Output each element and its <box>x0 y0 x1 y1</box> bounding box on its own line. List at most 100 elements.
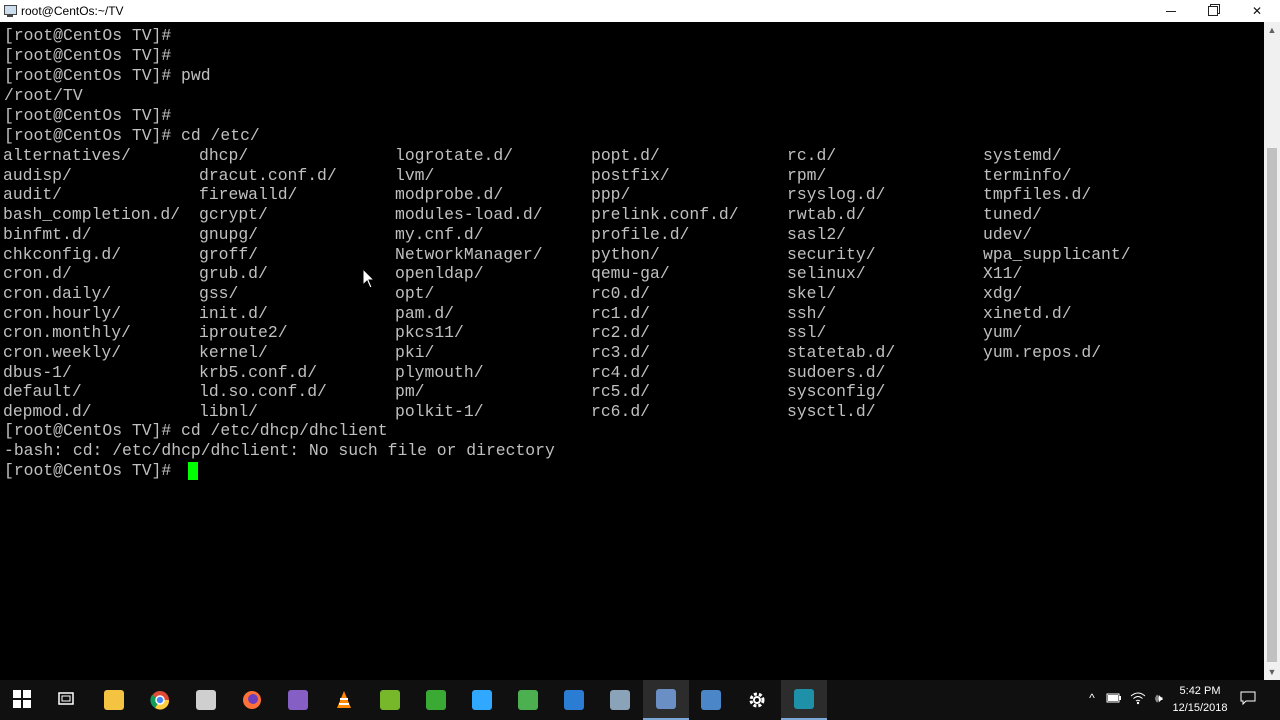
directory-entry: binfmt.d/ <box>3 224 92 244</box>
maximize-button[interactable] <box>1192 0 1234 22</box>
directory-entry: yum.repos.d/ <box>983 343 1102 362</box>
vertical-scrollbar[interactable]: ▲ ▼ <box>1264 22 1280 680</box>
taskbar-button[interactable] <box>459 680 505 720</box>
file-explorer-icon <box>104 690 124 710</box>
taskbar-button[interactable] <box>275 680 321 720</box>
terminal-line: [root@CentOs TV]# cd /etc/ <box>4 126 260 145</box>
taskbar-button[interactable] <box>229 680 275 720</box>
directory-entry: rpm/ <box>787 165 827 185</box>
directory-entry: pki/ <box>395 343 435 362</box>
directory-entry: krb5.conf.d/ <box>199 362 318 382</box>
directory-entry: grub.d/ <box>199 264 268 284</box>
directory-entry: iproute2/ <box>199 323 288 343</box>
taskbar-button[interactable] <box>597 680 643 720</box>
wifi-icon[interactable] <box>1130 690 1146 706</box>
directory-entry: modules-load.d/ <box>395 205 543 225</box>
terminal-line: /root/TV <box>4 86 83 105</box>
notification-icon[interactable] <box>1240 690 1256 706</box>
directory-entry: ppp/ <box>591 185 631 205</box>
directory-entry: pam.d/ <box>395 303 455 323</box>
remote-desktop-icon <box>564 690 584 710</box>
clock-date[interactable]: 12/15/2018 <box>1170 702 1230 714</box>
virtualbox-icon <box>701 690 721 710</box>
directory-entry: terminfo/ <box>983 165 1072 185</box>
directory-entry: statetab.d/ <box>787 343 896 362</box>
directory-entry: libnl/ <box>199 402 259 422</box>
directory-entry: security/ <box>787 244 876 264</box>
directory-entry: dracut.conf.d/ <box>199 165 337 185</box>
taskbar-button[interactable] <box>137 680 183 720</box>
taskbar-button[interactable] <box>183 680 229 720</box>
mouse-pointer-icon <box>362 268 376 289</box>
utorrent-icon <box>380 690 400 710</box>
start-icon <box>13 690 33 710</box>
directory-entry: plymouth/ <box>395 362 484 382</box>
taskbar-button[interactable] <box>505 680 551 720</box>
directory-entry: tuned/ <box>983 205 1043 225</box>
taskbar-button[interactable] <box>91 680 137 720</box>
directory-entry: sysconfig/ <box>787 382 886 402</box>
taskbar-button[interactable] <box>321 680 367 720</box>
directory-entry: sysctl.d/ <box>787 402 876 422</box>
directory-entry: yum/ <box>983 323 1023 343</box>
directory-entry: init.d/ <box>199 303 268 323</box>
minimize-icon <box>1166 10 1176 12</box>
volume-icon[interactable]: 🕪 <box>1151 690 1167 706</box>
scroll-down-arrow-icon[interactable]: ▼ <box>1264 664 1280 680</box>
close-button[interactable]: ✕ <box>1236 0 1278 22</box>
directory-entry: firewalld/ <box>199 185 298 205</box>
taskbar-button[interactable] <box>0 680 46 720</box>
terminal-line: [root@CentOs TV]# <box>4 26 172 45</box>
directory-entry: qemu-ga/ <box>591 264 670 284</box>
directory-entry: rc0.d/ <box>591 283 651 303</box>
directory-entry: cron.monthly/ <box>3 323 131 343</box>
scroll-up-arrow-icon[interactable]: ▲ <box>1264 22 1280 38</box>
directory-entry: postfix/ <box>591 165 670 185</box>
clock-time[interactable]: 5:42 PM <box>1170 685 1230 697</box>
directory-entry: kernel/ <box>199 343 268 362</box>
close-icon: ✕ <box>1251 4 1263 18</box>
putty-app-icon[interactable] <box>3 4 17 18</box>
directory-entry: default/ <box>3 382 82 402</box>
taskbar-button[interactable] <box>44 680 90 720</box>
directory-entry: bash_completion.d/ <box>3 205 181 225</box>
directory-entry: sasl2/ <box>787 224 847 244</box>
directory-entry: ld.so.conf.d/ <box>199 382 327 402</box>
directory-entry: cron.hourly/ <box>3 303 122 323</box>
directory-entry: skel/ <box>787 283 837 303</box>
taskbar-button[interactable] <box>413 680 459 720</box>
visual-studio-icon <box>288 690 308 710</box>
window-title: root@CentOs:~/TV <box>21 4 124 18</box>
battery-icon[interactable] <box>1106 690 1122 706</box>
directory-entry: NetworkManager/ <box>395 244 543 264</box>
minimize-button[interactable] <box>1150 0 1192 22</box>
taskbar-button[interactable] <box>734 680 780 720</box>
feather-icon <box>196 690 216 710</box>
directory-entry: openldap/ <box>395 264 484 284</box>
directory-entry: rc3.d/ <box>591 343 651 362</box>
directory-entry: udev/ <box>983 224 1033 244</box>
taskbar-button[interactable] <box>688 680 734 720</box>
notepad-icon <box>518 690 538 710</box>
green-app-icon <box>426 690 446 710</box>
taskbar-button[interactable] <box>643 680 689 720</box>
directory-entry: python/ <box>591 244 660 264</box>
directory-entry: selinux/ <box>787 264 866 284</box>
terminal-output[interactable]: [root@CentOs TV]# [root@CentOs TV]# [roo… <box>0 22 1264 680</box>
directory-entry: audit/ <box>3 185 63 205</box>
directory-entry: cron.d/ <box>3 264 72 284</box>
window-title-bar: root@CentOs:~/TV ✕ <box>0 0 1280 22</box>
photoshop-icon <box>472 690 492 710</box>
directory-entry: rc.d/ <box>787 146 837 165</box>
directory-entry: logrotate.d/ <box>395 146 514 165</box>
taskbar-button[interactable] <box>367 680 413 720</box>
taskbar-button[interactable] <box>781 680 827 720</box>
taskbar-button[interactable] <box>551 680 597 720</box>
terminal-line: [root@CentOs TV]# cd /etc/dhcp/dhclient <box>4 421 388 440</box>
putty-icon <box>656 689 676 709</box>
directory-entry: alternatives/ <box>3 146 131 165</box>
scroll-thumb[interactable] <box>1267 148 1277 662</box>
directory-entry: rc4.d/ <box>591 362 651 382</box>
directory-entry: wpa_supplicant/ <box>983 244 1131 264</box>
tray-chevron-icon[interactable]: ^ <box>1084 690 1100 706</box>
